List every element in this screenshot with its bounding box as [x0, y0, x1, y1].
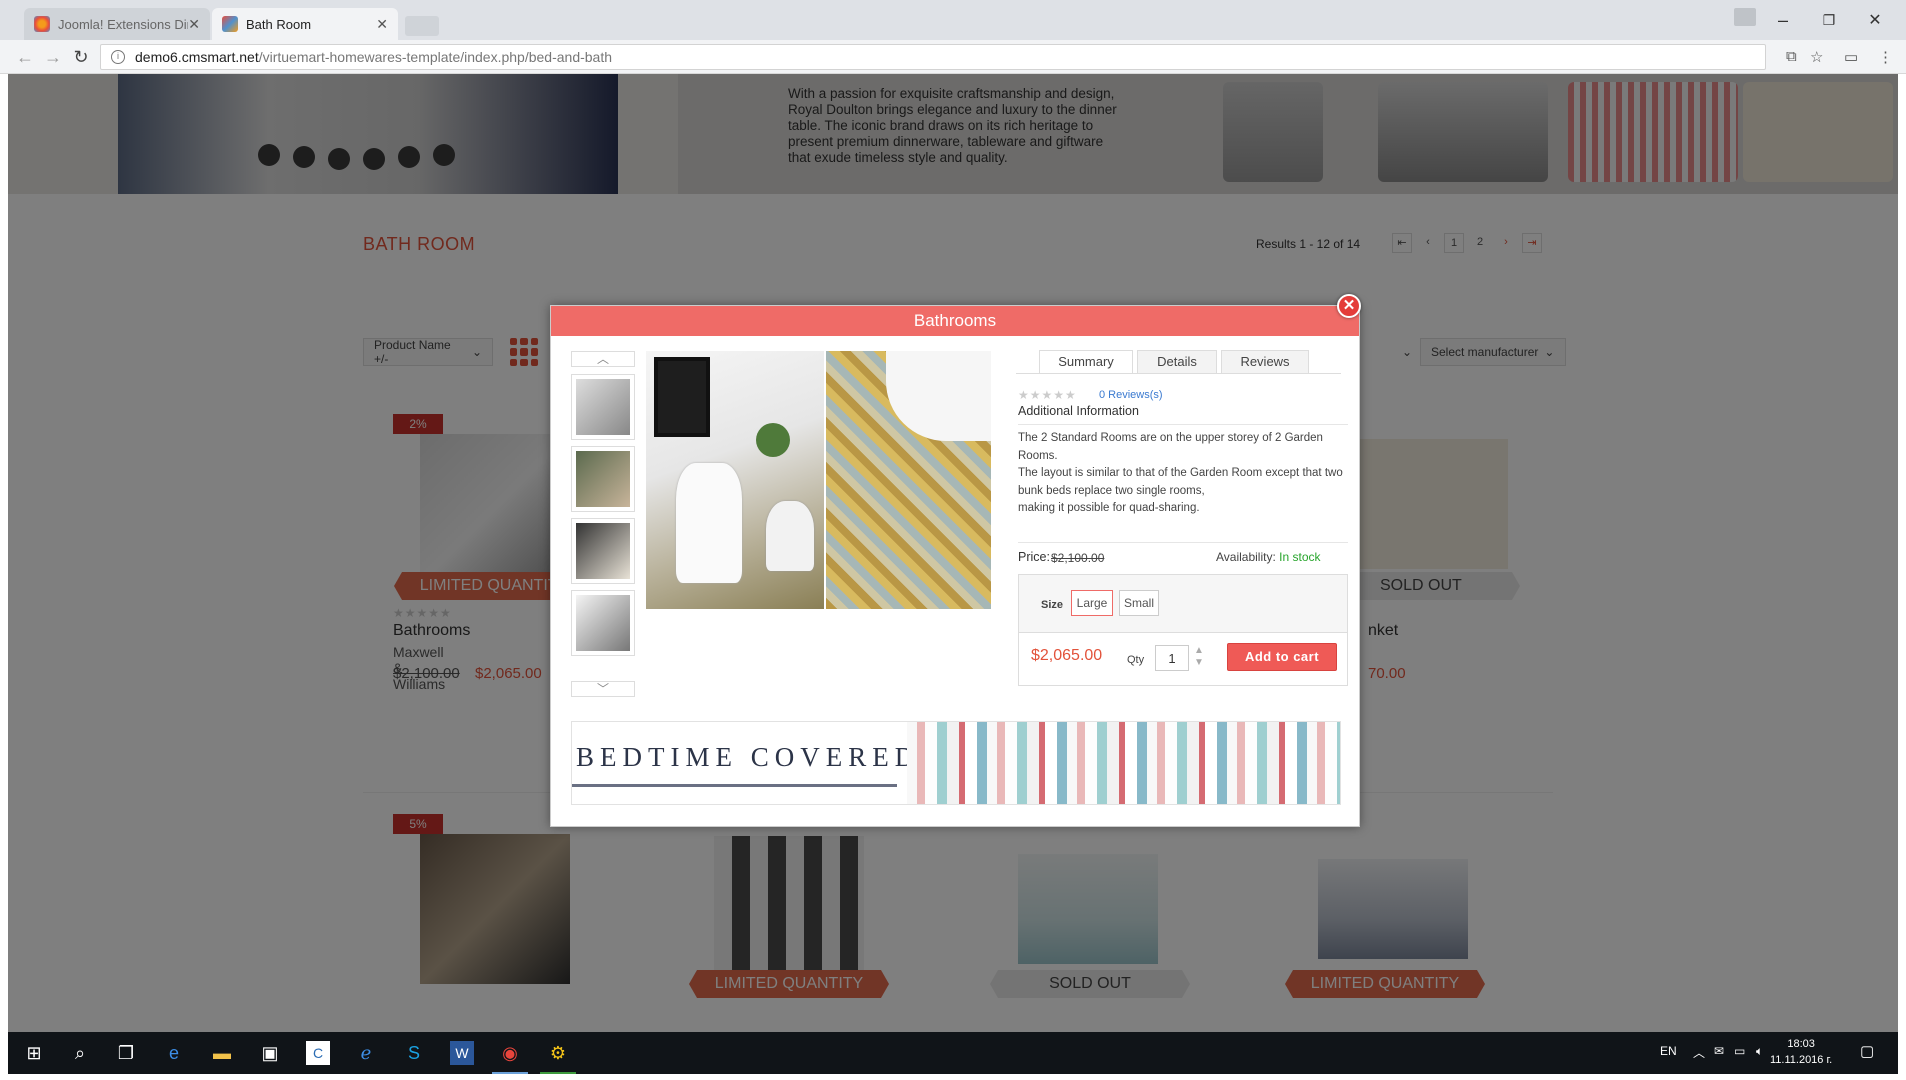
tab-joomla-extensions[interactable]: Joomla! Extensions Direc ✕	[24, 8, 210, 40]
modal-close-button[interactable]: ✕	[1337, 294, 1361, 318]
description-line: making it possible for quad-sharing.	[1018, 502, 1200, 514]
description-line: The layout is similar to that of the Gar…	[1018, 467, 1343, 497]
thumbs-up-arrow-icon[interactable]: ︿	[571, 351, 635, 367]
final-price: $2,065.00	[1031, 647, 1103, 664]
frame-left	[0, 74, 8, 1080]
minimize-button[interactable]: –	[1768, 10, 1798, 31]
skype-icon[interactable]: S	[402, 1041, 426, 1065]
task-view-icon[interactable]: ❐	[114, 1041, 138, 1065]
secondary-product-image[interactable]	[826, 351, 991, 609]
new-tab-button[interactable]	[405, 16, 439, 36]
additional-info-heading: Additional Information	[1018, 404, 1139, 418]
availability: Availability: In stock	[1216, 550, 1321, 564]
quick-view-modal: Bathrooms ︿ ﹀ Summary Details Reviews ★★…	[550, 305, 1360, 827]
separator	[1018, 542, 1348, 543]
network-icon[interactable]: ▭	[1734, 1044, 1745, 1058]
reload-icon[interactable]: ↻	[70, 47, 92, 68]
site-favicon-icon	[222, 16, 238, 32]
banner-towels-image	[907, 722, 1340, 804]
purchase-box: Size Large Small $2,065.00 Qty ▲▼ Add to…	[1018, 574, 1348, 686]
back-arrow-icon[interactable]: ←	[14, 47, 36, 68]
system-clock[interactable]: 18:03 11.11.2016 г.	[1770, 1036, 1832, 1068]
tab-close-icon[interactable]: ✕	[188, 16, 200, 33]
main-product-image[interactable]	[646, 351, 824, 609]
quantity-stepper[interactable]: ▲ ▼	[1192, 645, 1206, 669]
forward-arrow-icon[interactable]: →	[42, 47, 64, 68]
translate-icon[interactable]: ⧉	[1786, 48, 1797, 65]
price-label: Price:	[1018, 550, 1050, 564]
tab-underline	[1016, 373, 1341, 374]
address-bar: ← → ↻ i demo6.cmsmart.net /virtuemart-ho…	[0, 40, 1906, 74]
tab-bath-room[interactable]: Bath Room ✕	[212, 8, 398, 40]
menu-dots-icon[interactable]: ⋮	[1878, 48, 1893, 66]
promo-banner[interactable]: BEDTIME COVERED	[571, 721, 1341, 805]
notifications-icon[interactable]: ▢	[1860, 1042, 1874, 1060]
store-icon[interactable]: ▣	[258, 1041, 282, 1065]
browser-tab-bar: Joomla! Extensions Direc ✕ Bath Room ✕ –…	[0, 0, 1906, 40]
quantity-input[interactable]	[1155, 645, 1189, 671]
joomla-favicon-icon	[34, 16, 50, 32]
description-line: The 2 Standard Rooms are on the upper st…	[1018, 432, 1323, 462]
reviews-link[interactable]: 0 Reviews(s)	[1099, 389, 1163, 401]
word-icon[interactable]: W	[450, 1041, 474, 1065]
thumbs-down-arrow-icon[interactable]: ﹀	[571, 681, 635, 697]
thumbnail[interactable]	[571, 590, 635, 656]
tab-summary[interactable]: Summary	[1039, 350, 1133, 374]
chrome-icon[interactable]: ◉	[498, 1041, 522, 1065]
qty-label: Qty	[1127, 654, 1145, 666]
add-to-cart-button[interactable]: Add to cart	[1227, 643, 1337, 671]
url-path: /virtuemart-homewares-template/index.php…	[258, 49, 613, 65]
separator	[1018, 424, 1348, 425]
tray-message-icon[interactable]: ✉	[1714, 1044, 1724, 1058]
clock-date: 11.11.2016 г.	[1770, 1054, 1833, 1066]
restore-button[interactable]: ❐	[1814, 12, 1844, 29]
url-input[interactable]: i demo6.cmsmart.net /virtuemart-homeware…	[100, 44, 1766, 70]
edge-icon[interactable]: e	[162, 1041, 186, 1065]
windows-start-icon[interactable]: ⊞	[22, 1041, 46, 1065]
price-old: $2,100.00	[1051, 551, 1105, 565]
tab-reviews[interactable]: Reviews	[1221, 350, 1309, 374]
windows-taskbar: ⊞ ⌕ ❐ e ▬ ▣ C ℯ S W ◉ ⚙ EN ︿ ✉ ▭ 🔈︎ 18:0…	[8, 1032, 1898, 1074]
banner-title: BEDTIME COVERED	[576, 742, 921, 772]
bookmark-star-icon[interactable]: ☆	[1810, 48, 1823, 66]
tab-close-icon[interactable]: ✕	[376, 16, 388, 33]
cast-icon[interactable]: ▭	[1844, 48, 1858, 66]
size-option-small[interactable]: Small	[1119, 590, 1159, 616]
thumbnail[interactable]	[571, 446, 635, 512]
size-label: Size	[1041, 599, 1064, 611]
tab-details[interactable]: Details	[1137, 350, 1217, 374]
rating-stars: ★★★★★	[1018, 388, 1077, 402]
tab-title: Bath Room	[246, 16, 312, 32]
close-window-button[interactable]: ✕	[1860, 10, 1890, 30]
frame-right	[1898, 74, 1906, 1080]
banner-rule	[572, 784, 897, 787]
search-icon[interactable]: ⌕	[68, 1041, 92, 1065]
info-icon[interactable]: i	[111, 50, 125, 64]
app-active-icon[interactable]: ⚙	[546, 1041, 570, 1065]
product-description: The 2 Standard Rooms are on the upper st…	[1018, 430, 1348, 518]
app-icon[interactable]: C	[306, 1041, 330, 1065]
language-indicator[interactable]: EN	[1660, 1044, 1677, 1058]
availability-label: Availability:	[1216, 550, 1276, 564]
thumbnail[interactable]	[571, 374, 635, 440]
modal-title: Bathrooms	[551, 306, 1359, 336]
size-options-area: Size Large Small	[1019, 575, 1347, 633]
size-option-large[interactable]: Large	[1071, 590, 1113, 616]
volume-icon[interactable]: 🔈︎	[1756, 1044, 1763, 1059]
tray-chevron-up-icon[interactable]: ︿	[1693, 1044, 1705, 1061]
clock-time: 18:03	[1787, 1038, 1815, 1050]
availability-value: In stock	[1279, 550, 1321, 564]
internet-explorer-icon[interactable]: ℯ	[354, 1041, 378, 1065]
frame-bottom	[0, 1074, 1906, 1080]
profile-icon[interactable]	[1734, 8, 1756, 26]
file-explorer-icon[interactable]: ▬	[210, 1041, 234, 1065]
url-domain: demo6.cmsmart.net	[135, 49, 259, 65]
tab-title: Joomla! Extensions Direc	[58, 16, 188, 32]
thumbnail[interactable]	[571, 518, 635, 584]
